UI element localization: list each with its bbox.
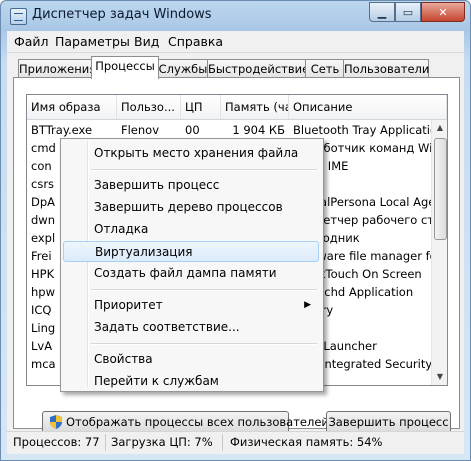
- tab-processes[interactable]: Процессы: [91, 56, 159, 79]
- cell-description: Bluetooth Tray Application: [293, 123, 431, 137]
- task-manager-icon: [10, 8, 27, 25]
- context-menu-item-label: Приоритет: [94, 298, 163, 312]
- context-menu-item-label: Завершить дерево процессов: [94, 200, 283, 214]
- status-memory: Физическая память: 54%: [230, 435, 383, 449]
- window-title: Диспетчер задач Windows: [32, 7, 212, 22]
- maximize-button[interactable]: ▭: [395, 2, 421, 22]
- context-menu-item-label: Задать соответствие...: [94, 320, 240, 334]
- context-menu-item[interactable]: Завершить дерево процессов: [63, 197, 319, 218]
- context-menu-item[interactable]: Завершить процесс: [63, 175, 319, 196]
- close-button[interactable]: ✕: [421, 2, 465, 22]
- menu-help[interactable]: Справка: [168, 34, 223, 49]
- context-menu-item-label: Перейти к службам: [94, 374, 219, 388]
- context-menu-item[interactable]: Свойства: [63, 349, 319, 370]
- close-icon: ✕: [438, 5, 448, 19]
- column-image-name[interactable]: Имя образа: [27, 95, 117, 119]
- tab-network[interactable]: Сеть: [305, 59, 345, 78]
- status-bar: Процессов: 77 Загрузка ЦП: 7% Физическая…: [7, 431, 464, 454]
- submenu-arrow-icon: ▶: [304, 300, 311, 310]
- column-user[interactable]: Пользо...: [117, 95, 181, 119]
- context-menu-item[interactable]: Открыть место хранения файла: [63, 143, 319, 164]
- column-description[interactable]: Описание: [289, 95, 447, 119]
- context-menu-item-label: Завершить процесс: [94, 178, 220, 192]
- minimize-icon: ▁: [377, 5, 387, 19]
- tab-performance[interactable]: Быстродействие: [207, 59, 309, 78]
- context-menu-item[interactable]: Задать соответствие...: [63, 317, 319, 338]
- maximize-icon: ▭: [402, 5, 414, 19]
- scroll-thumb[interactable]: [434, 138, 447, 240]
- menu-options[interactable]: Параметры: [55, 34, 130, 49]
- minimize-button[interactable]: ▁: [369, 2, 395, 22]
- context-menu-item[interactable]: Виртуализация: [63, 241, 319, 262]
- context-menu-item-label: Отладка: [94, 222, 149, 236]
- context-menu-item[interactable]: Перейти к службам: [63, 371, 319, 392]
- scroll-up-icon[interactable]: ▲: [432, 120, 447, 136]
- cell-image-name: BTTray.exe: [31, 123, 93, 137]
- cell-memory: 1 904 КБ: [232, 123, 285, 137]
- tab-services[interactable]: Службы: [157, 59, 209, 78]
- context-menu-separator: [91, 343, 317, 345]
- context-menu-item-label: Создать файл дампа памяти: [94, 266, 277, 280]
- status-processes: Процессов: 77: [13, 435, 100, 449]
- show-all-label: Отображать процессы всех пользователей: [66, 415, 329, 429]
- context-menu-item[interactable]: Приоритет ▶: [63, 295, 319, 316]
- scroll-down-icon[interactable]: ▼: [432, 369, 447, 385]
- context-menu: Открыть место хранения файла Завершить пр…: [60, 138, 324, 392]
- list-header: Имя образа Пользо... ЦП Память (ча... Оп…: [27, 95, 447, 120]
- context-menu-item-label: Виртуализация: [95, 245, 193, 259]
- menu-bar: Файл Параметры Вид Справка: [7, 31, 464, 53]
- title-bar[interactable]: Диспетчер задач Windows ▁ ▭ ✕: [1, 1, 470, 29]
- context-menu-item-label: Открыть место хранения файла: [94, 146, 299, 160]
- cell-cpu: 00: [185, 123, 200, 137]
- tab-applications[interactable]: Приложения: [18, 59, 96, 78]
- menu-file[interactable]: Файл: [14, 34, 49, 49]
- status-separator: [105, 434, 106, 451]
- cell-user: Flenov: [121, 123, 160, 137]
- menu-view[interactable]: Вид: [134, 34, 159, 49]
- column-memory[interactable]: Память (ча...: [221, 95, 289, 119]
- context-menu-item[interactable]: Создать файл дампа памяти: [63, 263, 319, 284]
- uac-shield-icon: [50, 415, 62, 429]
- status-separator: [222, 434, 223, 451]
- column-cpu[interactable]: ЦП: [181, 95, 221, 119]
- tab-users[interactable]: Пользователи: [343, 59, 429, 78]
- context-menu-separator: [91, 169, 317, 171]
- context-menu-item[interactable]: Отладка: [63, 219, 319, 240]
- context-menu-separator: [91, 289, 317, 291]
- status-cpu: Загрузка ЦП: 7%: [111, 435, 213, 449]
- table-row[interactable]: BTTray.exe Flenov 00 1 904 КБ Bluetooth Tray…: [27, 121, 431, 139]
- vertical-scrollbar[interactable]: ▲ ▼: [431, 120, 447, 385]
- context-menu-item-label: Свойства: [94, 352, 153, 366]
